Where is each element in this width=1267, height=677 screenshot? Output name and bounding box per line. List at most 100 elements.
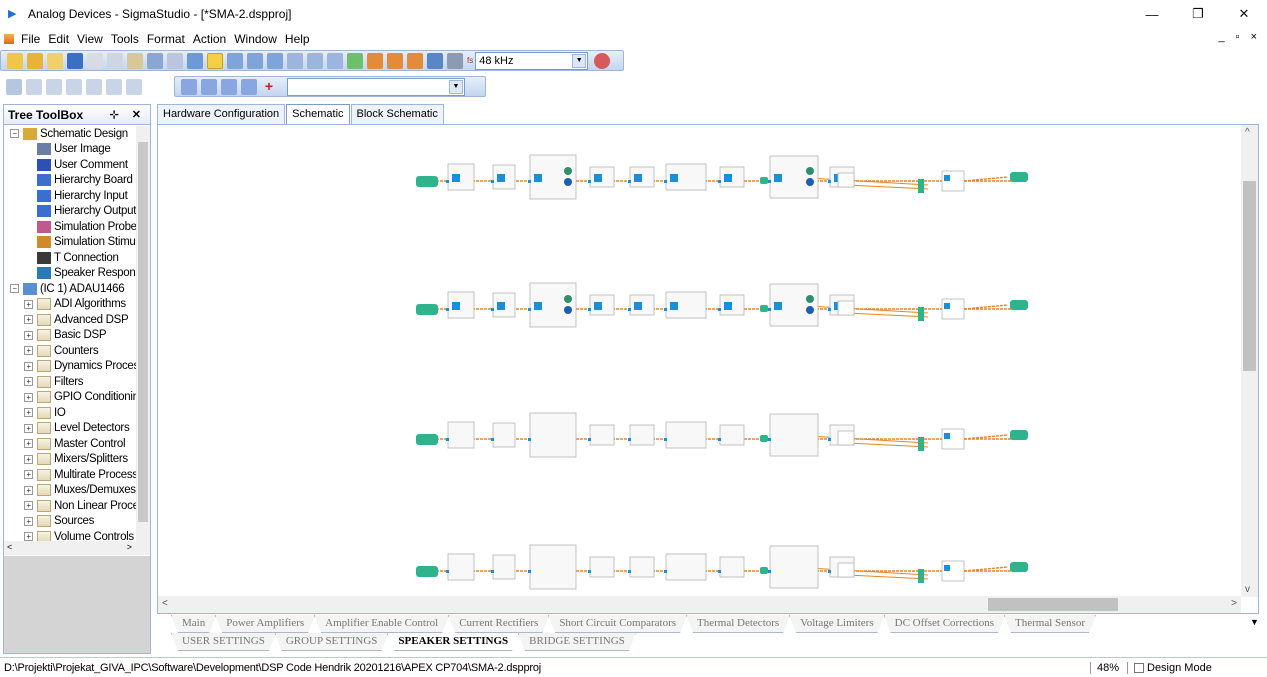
ic-a-icon[interactable]: [181, 78, 197, 95]
link-icon[interactable]: [347, 52, 363, 69]
scroll-up-icon[interactable]: ^: [1245, 127, 1250, 138]
tree-item[interactable]: + Sources: [10, 514, 150, 530]
tab-voltage-limiters[interactable]: Voltage Limiters: [789, 615, 884, 633]
tree-item[interactable]: + Mixers/Splitters: [10, 452, 150, 468]
align-bottom-icon[interactable]: [106, 78, 122, 95]
menu-help[interactable]: Help: [281, 32, 314, 46]
menu-window[interactable]: Window: [230, 32, 281, 46]
menu-edit[interactable]: Edit: [44, 32, 73, 46]
expand-icon[interactable]: +: [24, 299, 33, 309]
tab-short-circuit-comparators[interactable]: Short Circuit Comparators: [548, 615, 687, 633]
mdi-controls[interactable]: _ ▫ ×: [1218, 31, 1261, 43]
scroll-thumb[interactable]: [138, 142, 148, 522]
tab-schematic[interactable]: Schematic: [286, 104, 350, 124]
sample-rate-select[interactable]: 48 kHz ▼: [475, 51, 589, 70]
expand-icon[interactable]: +: [24, 501, 33, 511]
scroll-down-icon[interactable]: v: [1245, 584, 1250, 595]
tab-current-rectifiers[interactable]: Current Rectifiers: [448, 615, 549, 633]
tab-power-amplifiers[interactable]: Power Amplifiers: [215, 615, 315, 633]
stack-icon[interactable]: [327, 52, 343, 69]
vscroll-thumb[interactable]: [1243, 181, 1256, 371]
ic-select[interactable]: ▼: [287, 77, 465, 96]
new-icon[interactable]: [7, 52, 23, 69]
tree-item[interactable]: + Advanced DSP: [10, 312, 150, 328]
scroll-left-icon[interactable]: <: [162, 598, 168, 609]
scroll-left-icon[interactable]: <: [7, 542, 12, 552]
chevron-down-icon[interactable]: ▼: [449, 79, 463, 94]
tree-item[interactable]: +Non Linear Processors: [10, 498, 150, 514]
tab-thermal-detectors[interactable]: Thermal Detectors: [686, 615, 790, 633]
tree-item[interactable]: − Schematic Design: [10, 126, 150, 142]
tab-amplifier-enable-control[interactable]: Amplifier Enable Control: [314, 615, 449, 633]
tab-hardware-configuration[interactable]: Hardware Configuration: [157, 104, 286, 124]
align-center-icon[interactable]: [26, 78, 42, 95]
menu-format[interactable]: Format: [143, 32, 189, 46]
cut-icon[interactable]: [87, 52, 103, 69]
tree-item[interactable]: + Dynamics Processors: [10, 359, 150, 375]
expand-icon[interactable]: +: [24, 454, 33, 464]
expand-icon[interactable]: +: [24, 392, 33, 402]
undo-icon[interactable]: [147, 52, 163, 69]
layout2-icon[interactable]: [247, 52, 263, 69]
toolbox-hscrollbar[interactable]: < >: [4, 541, 150, 555]
tree-item[interactable]: Speaker Response: [10, 266, 150, 282]
tree-item[interactable]: Hierarchy Board: [10, 173, 150, 189]
schematic-canvas[interactable]: ^ v < >: [157, 124, 1259, 614]
ic-b-icon[interactable]: [201, 78, 217, 95]
save-icon[interactable]: [67, 52, 83, 69]
download-icon[interactable]: [387, 52, 403, 69]
tab-group-settings[interactable]: GROUP SETTINGS: [275, 633, 389, 651]
minimize-button[interactable]: —: [1129, 0, 1175, 28]
tree-item[interactable]: Simulation Probe: [10, 219, 150, 235]
tree-item[interactable]: + Volume Controls: [10, 529, 150, 541]
expand-icon[interactable]: +: [24, 377, 33, 387]
ic-d-icon[interactable]: [241, 78, 257, 95]
tree-item[interactable]: Simulation Stimulus: [10, 235, 150, 251]
open-folder-icon[interactable]: [47, 52, 63, 69]
expand-icon[interactable]: +: [24, 408, 33, 418]
settings-icon[interactable]: [594, 52, 611, 69]
scroll-right-icon[interactable]: >: [1231, 598, 1237, 609]
expand-icon[interactable]: +: [24, 361, 33, 371]
expand-icon[interactable]: +: [24, 532, 33, 541]
expand-icon[interactable]: +: [24, 330, 33, 340]
ic-c-icon[interactable]: [221, 78, 237, 95]
tree-item[interactable]: + ADI Algorithms: [10, 297, 150, 313]
chevron-down-icon[interactable]: ▼: [572, 53, 587, 68]
link-compile-icon[interactable]: [407, 52, 423, 69]
tab-block-schematic[interactable]: Block Schematic: [350, 104, 444, 124]
expand-icon[interactable]: +: [24, 423, 33, 433]
expand-icon[interactable]: +: [24, 346, 33, 356]
collapse-icon[interactable]: −: [10, 284, 19, 294]
paste-icon[interactable]: [127, 52, 143, 69]
copy-icon[interactable]: [107, 52, 123, 69]
align-icon[interactable]: [287, 52, 303, 69]
tab-user-settings[interactable]: USER SETTINGS: [171, 633, 276, 651]
align-left-icon[interactable]: [6, 78, 22, 95]
distribute-icon[interactable]: [307, 52, 323, 69]
tab-speaker-settings[interactable]: SPEAKER SETTINGS: [387, 633, 519, 651]
tree-item[interactable]: + Muxes/Demuxes: [10, 483, 150, 499]
tree-item[interactable]: User Image: [10, 142, 150, 158]
close-button[interactable]: ✕: [1221, 0, 1267, 28]
align-right-icon[interactable]: [46, 78, 62, 95]
tab-main[interactable]: Main: [171, 615, 216, 633]
expand-icon[interactable]: +: [24, 485, 33, 495]
tree-item[interactable]: + Level Detectors: [10, 421, 150, 437]
tab-thermal-sensor[interactable]: Thermal Sensor: [1004, 615, 1096, 633]
tree-item[interactable]: User Comment: [10, 157, 150, 173]
snap-icon[interactable]: [207, 52, 223, 69]
tree-item[interactable]: + Counters: [10, 343, 150, 359]
add-icon[interactable]: +: [261, 79, 277, 95]
tab-bridge-settings[interactable]: BRIDGE SETTINGS: [518, 633, 636, 651]
redo-icon[interactable]: [167, 52, 183, 69]
menu-tools[interactable]: Tools: [107, 32, 143, 46]
space-icon[interactable]: [126, 78, 142, 95]
tree-item[interactable]: + Multirate Processing: [10, 467, 150, 483]
layout3-icon[interactable]: [267, 52, 283, 69]
hscroll-thumb[interactable]: [988, 598, 1118, 611]
menu-view[interactable]: View: [73, 32, 107, 46]
tab-list-chevron-icon[interactable]: ▼: [1250, 617, 1259, 627]
tree-item[interactable]: + Filters: [10, 374, 150, 390]
tree-item[interactable]: + GPIO Conditioning: [10, 390, 150, 406]
